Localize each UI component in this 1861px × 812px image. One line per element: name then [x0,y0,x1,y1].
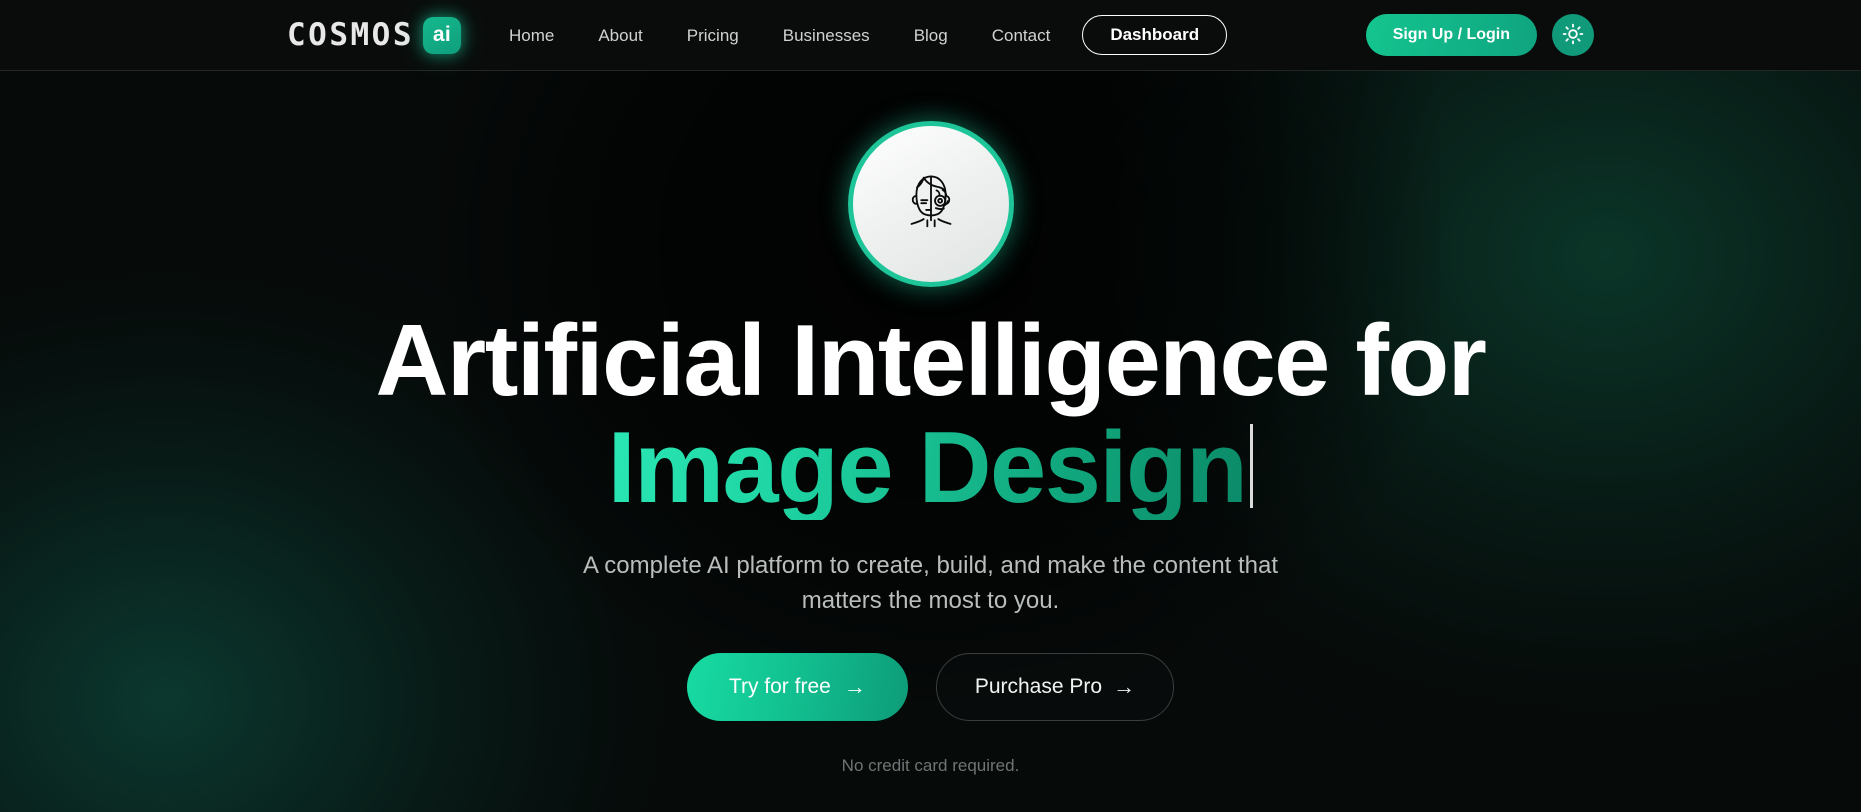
typing-caret [1250,423,1254,508]
purchase-pro-label: Purchase Pro [974,675,1103,699]
hero-headline-line-2-row: Image Design [607,412,1254,525]
hero-headline-line-1: Artificial Intelligence for [375,305,1487,417]
try-for-free-button[interactable]: Try for free → [686,653,908,722]
theme-toggle-button[interactable] [1552,14,1594,56]
primary-nav: Home About Pricing Businesses Blog Conta… [509,27,1050,44]
site-header: COSMOS ai Home About Pricing Businesses … [0,0,1861,71]
header-actions: Sign Up / Login [1365,14,1594,56]
hero-headline-line-2: Image Design [607,412,1248,525]
brand-logo[interactable]: COSMOS ai [287,16,461,54]
ai-face-icon [892,163,970,246]
hero-section: Artificial Intelligence for Image Design… [0,71,1861,812]
brand-ai-badge: ai [422,16,461,54]
signup-login-button[interactable]: Sign Up / Login [1365,14,1537,56]
hero-avatar [847,121,1014,287]
landing-page: COSMOS ai Home About Pricing Businesses … [0,0,1861,812]
nav-item-home[interactable]: Home [509,27,554,44]
nav-item-pricing[interactable]: Pricing [687,27,739,44]
arrow-right-icon: → [1113,674,1136,700]
dashboard-button[interactable]: Dashboard [1082,15,1228,55]
hero-fineprint: No credit card required. [841,756,1020,776]
sun-icon [1562,23,1584,48]
nav-item-contact[interactable]: Contact [992,27,1051,44]
nav-item-about[interactable]: About [598,27,642,44]
hero-cta-row: Try for free → Purchase Pro → [686,653,1175,722]
purchase-pro-button[interactable]: Purchase Pro → [935,653,1175,722]
nav-item-blog[interactable]: Blog [914,27,948,44]
nav-item-businesses[interactable]: Businesses [783,27,870,44]
try-for-free-label: Try for free [728,675,831,699]
hero-subtitle: A complete AI platform to create, build,… [582,552,1279,615]
brand-wordmark: COSMOS [287,16,414,53]
arrow-right-icon: → [843,674,866,700]
